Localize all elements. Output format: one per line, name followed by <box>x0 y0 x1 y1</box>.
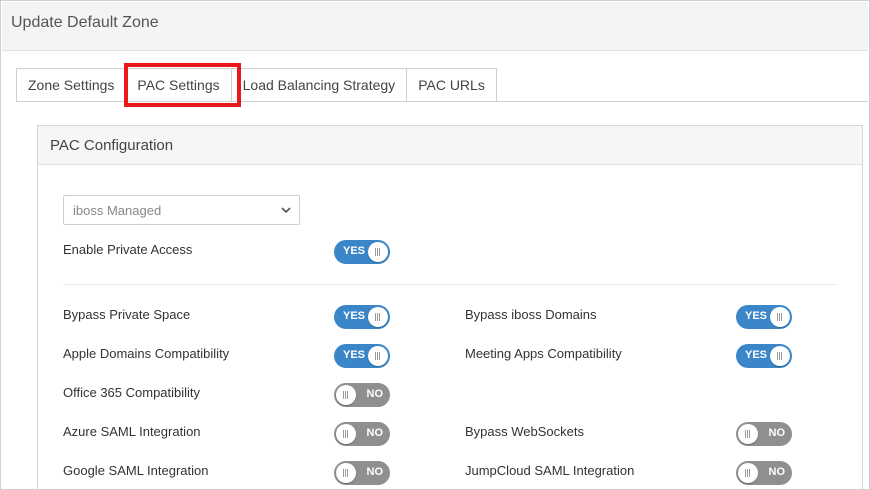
jumpcloud-saml-integration-label: JumpCloud SAML Integration <box>465 463 635 478</box>
meeting-apps-compatibility-label: Meeting Apps Compatibility <box>465 346 622 361</box>
bypass-websockets-toggle[interactable]: NO <box>736 422 792 446</box>
toggle-knob-grip-icon <box>336 385 356 405</box>
bypass-iboss-domains-toggle[interactable]: YES <box>736 305 792 329</box>
tab-zone-settings[interactable]: Zone Settings <box>16 68 126 102</box>
panel-title: PAC Configuration <box>50 136 174 154</box>
google-saml-integration-toggle[interactable]: NO <box>334 461 390 485</box>
pac-mode-value: iboss Managed <box>73 202 162 218</box>
bypass-private-space-label: Bypass Private Space <box>63 307 191 322</box>
office-365-compatibility-toggle[interactable]: NO <box>334 383 390 407</box>
toggle-state-text: NO <box>768 466 786 478</box>
pac-mode-select[interactable]: iboss Managed <box>63 195 300 225</box>
tab-pac-settings[interactable]: PAC Settings <box>125 68 231 102</box>
panel-header: PAC Configuration <box>38 126 862 165</box>
toggle-state-text: NO <box>366 388 384 400</box>
jumpcloud-saml-integration-toggle[interactable]: NO <box>736 461 792 485</box>
apple-domains-compatibility-toggle[interactable]: YES <box>334 344 390 368</box>
meeting-apps-compatibility-toggle[interactable]: YES <box>736 344 792 368</box>
azure-saml-integration-toggle[interactable]: NO <box>334 422 390 446</box>
toggle-knob-grip-icon <box>336 424 356 444</box>
google-saml-integration-label: Google SAML Integration <box>63 463 209 478</box>
azure-saml-integration-label: Azure SAML Integration <box>63 424 201 439</box>
toggle-knob-grip-icon <box>770 307 790 327</box>
chevron-down-icon <box>281 207 291 214</box>
pac-configuration-panel: PAC Configuration iboss Managed Enable P… <box>37 125 863 489</box>
toggle-state-text: YES <box>745 310 768 322</box>
toggle-state-text: YES <box>343 245 366 257</box>
toggle-knob-grip-icon <box>738 463 758 483</box>
tab-load-balancing-strategy[interactable]: Load Balancing Strategy <box>230 68 407 102</box>
toggle-knob-grip-icon <box>770 346 790 366</box>
toggle-knob-grip-icon <box>336 463 356 483</box>
enable-private-access-label: Enable Private Access <box>63 242 193 257</box>
toggle-knob-grip-icon <box>368 242 388 262</box>
toggle-state-text: YES <box>343 349 366 361</box>
toggle-state-text: YES <box>343 310 366 322</box>
apple-domains-compatibility-label: Apple Domains Compatibility <box>63 346 230 361</box>
toggle-knob-grip-icon <box>738 424 758 444</box>
toggle-state-text: NO <box>366 466 384 478</box>
toggle-state-text: NO <box>366 427 384 439</box>
bypass-websockets-label: Bypass WebSockets <box>465 424 584 439</box>
bypass-iboss-domains-label: Bypass iboss Domains <box>465 307 597 322</box>
toggle-knob-grip-icon <box>368 307 388 327</box>
tab-underline <box>16 101 868 102</box>
dialog-window: Update Default Zone Zone Settings PAC Se… <box>0 0 870 490</box>
dialog-title: Update Default Zone <box>11 14 159 31</box>
bypass-private-space-toggle[interactable]: YES <box>334 305 390 329</box>
toggle-knob-grip-icon <box>368 346 388 366</box>
tab-pac-urls[interactable]: PAC URLs <box>406 68 497 102</box>
dialog-header: Update Default Zone <box>2 2 868 51</box>
toggle-state-text: NO <box>768 427 786 439</box>
tab-bar: Zone Settings PAC Settings Load Balancin… <box>16 68 497 102</box>
enable-private-access-toggle[interactable]: YES <box>334 240 390 264</box>
section-divider <box>63 284 837 285</box>
office-365-compatibility-label: Office 365 Compatibility <box>63 385 201 400</box>
toggle-state-text: YES <box>745 349 768 361</box>
